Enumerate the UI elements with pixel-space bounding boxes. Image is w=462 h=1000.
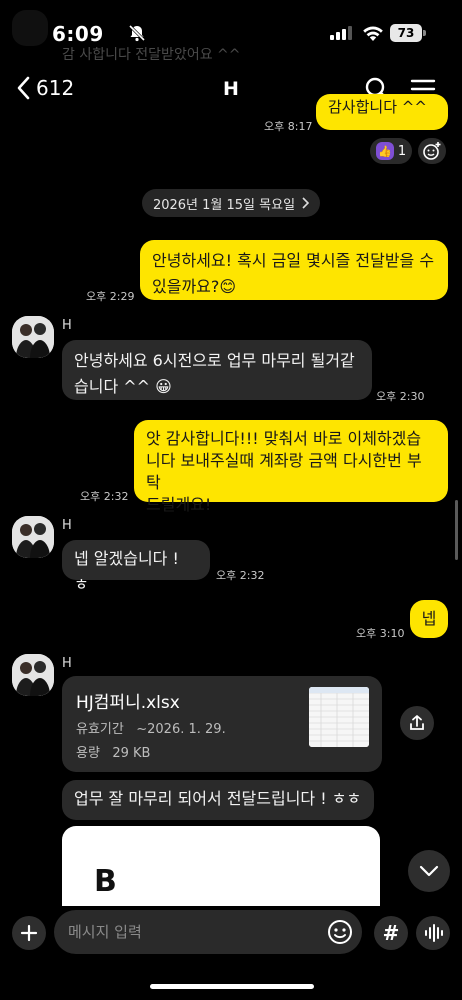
image-logo: B xyxy=(94,864,117,899)
status-bar: 감 사합니다 전달받았어요 ^^ 6:09 73 xyxy=(0,0,462,63)
sender-name: H xyxy=(62,318,72,333)
message-line: 니다 보내주실때 계좌랑 금액 다시한번 부탁 xyxy=(146,451,422,492)
reaction-badge[interactable]: 👍 1 xyxy=(370,138,412,164)
sender-name: H xyxy=(62,656,72,671)
avatar-photo xyxy=(12,516,54,558)
message-bubble-other[interactable]: 안녕하세요 6시전으로 업무 마무리 될거같 습니다 ^^ 😀 xyxy=(62,340,372,400)
message-bubble-mine[interactable]: 안녕하세요! 혹시 금일 몇시즐 전달받을 수 있을까요?😊 xyxy=(140,240,448,300)
message-time: 오후 2:29 xyxy=(86,290,135,303)
attach-button[interactable] xyxy=(12,916,46,950)
wifi-icon xyxy=(363,26,383,41)
message-input[interactable] xyxy=(54,910,362,954)
sender-name: H xyxy=(62,518,72,533)
share-icon xyxy=(410,715,424,730)
message-line: 업무 잘 마무리 되어서 전달드립니다 ! ㅎㅎ xyxy=(74,789,362,808)
message-composer: # xyxy=(0,906,462,1000)
ghost-message-text: 감 사합니다 전달받았어요 ^^ xyxy=(62,47,241,63)
file-expiry-label: 유효기간 xyxy=(76,722,124,737)
file-name: HJ컴퍼니.xlsx xyxy=(76,693,180,713)
add-reaction-button[interactable] xyxy=(418,138,446,164)
ghost-avatar xyxy=(12,10,48,46)
date-text: 2026년 1월 15일 목요일 xyxy=(152,197,296,213)
message-bubble-other[interactable]: 넵 알겠습니다 ! ㅎ xyxy=(62,540,210,594)
message-line: 습니다 ^^ 😀 xyxy=(74,377,172,396)
emoji-icon[interactable] xyxy=(326,918,354,946)
date-divider[interactable]: 2026년 1월 15일 목요일 xyxy=(142,189,320,217)
message-text: 감사합니다 ^^ xyxy=(328,98,427,116)
avatar[interactable] xyxy=(12,316,54,358)
message-line: 넵 xyxy=(421,609,437,628)
add-emoji-icon xyxy=(423,142,441,160)
avatar-photo xyxy=(12,316,54,358)
avatar[interactable] xyxy=(12,516,54,558)
message-time: 오후 8:17 xyxy=(264,120,313,133)
file-expiry: 유효기간 ~2026. 1. 29. xyxy=(76,718,226,737)
message-time: 오후 2:32 xyxy=(216,569,265,582)
message-line: 안녕하세요 6시전으로 업무 마무리 될거같 xyxy=(74,351,355,370)
message-line: 넵 알겠습니다 ! ㅎ xyxy=(74,549,179,594)
bell-off-icon xyxy=(128,24,146,42)
file-size-value: 29 KB xyxy=(112,746,151,761)
voice-button[interactable] xyxy=(416,916,450,950)
spreadsheet-preview-icon xyxy=(309,687,369,747)
message-bubble-other[interactable]: 업무 잘 마무리 되어서 전달드립니다 ! ㅎㅎ xyxy=(62,780,374,820)
message-time: 오후 2:32 xyxy=(80,490,129,503)
reaction-count: 1 xyxy=(397,143,407,159)
message-line: 안녕하세요! 혹시 금일 몇시즐 전달받을 수 xyxy=(152,251,435,270)
scrollbar[interactable] xyxy=(455,500,458,560)
message-bubble-mine[interactable]: 넵 xyxy=(410,600,448,638)
message-line: 앗 감사합니다!!! 맞춰서 바로 이체하겠습 xyxy=(146,429,422,448)
message-time: 오후 3:10 xyxy=(356,627,405,640)
home-indicator xyxy=(150,984,314,989)
message-bubble-mine[interactable]: 감사합니다 ^^ xyxy=(316,94,448,130)
signal-icon xyxy=(330,26,352,40)
avatar[interactable] xyxy=(12,654,54,696)
message-line: 드릴게요! xyxy=(146,495,212,514)
battery-level: 73 xyxy=(390,24,422,42)
voice-wave-icon xyxy=(425,924,443,942)
plus-icon xyxy=(20,924,38,942)
scroll-to-bottom-button[interactable] xyxy=(408,850,450,892)
file-attachment[interactable]: HJ컴퍼니.xlsx 유효기간 ~2026. 1. 29. 용량 29 KB xyxy=(62,676,382,772)
share-button[interactable] xyxy=(400,706,434,740)
file-size: 용량 29 KB xyxy=(76,742,150,761)
message-line: 있을까요?😊 xyxy=(152,277,237,296)
hashtag-button[interactable]: # xyxy=(374,916,408,950)
file-size-label: 용량 xyxy=(76,746,100,761)
message-bubble-mine[interactable]: 앗 감사합니다!!! 맞춰서 바로 이체하겠습 니다 보내주실때 계좌랑 금액 … xyxy=(134,420,448,514)
chevron-right-icon xyxy=(302,197,310,209)
thumbs-up-icon: 👍 xyxy=(375,142,394,160)
hashtag-icon: # xyxy=(382,921,400,945)
file-expiry-value: ~2026. 1. 29. xyxy=(136,722,226,737)
battery-tip xyxy=(423,30,426,36)
chevron-down-icon xyxy=(419,865,439,877)
message-time: 오후 2:30 xyxy=(376,390,425,403)
avatar-photo xyxy=(12,654,54,696)
image-attachment[interactable]: B xyxy=(62,826,380,906)
spreadsheet-thumbnail xyxy=(309,687,369,747)
status-time: 6:09 xyxy=(52,22,104,46)
